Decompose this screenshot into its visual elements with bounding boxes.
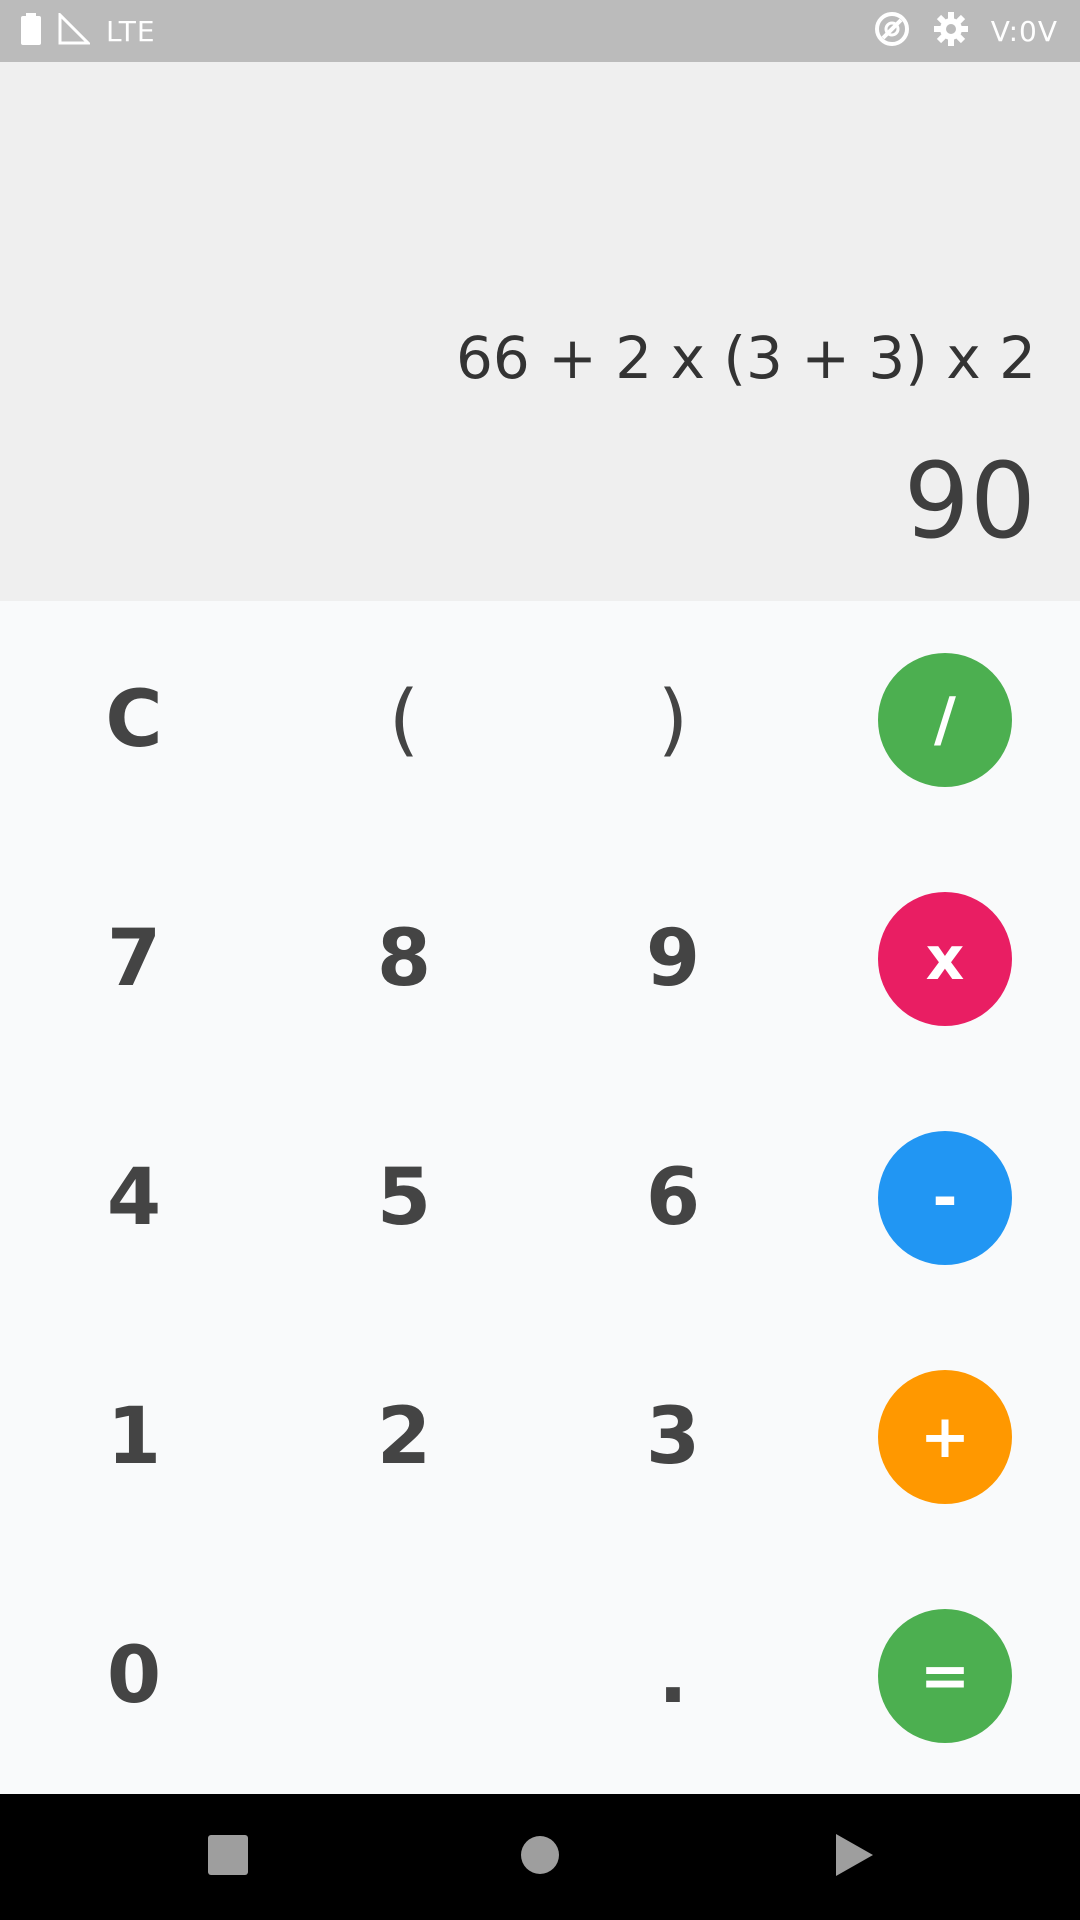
settings-icon: [933, 11, 969, 51]
add-button[interactable]: +: [878, 1370, 1012, 1504]
signal-icon: [58, 11, 92, 49]
battery-icon: [20, 13, 42, 49]
data-saver-icon: [873, 10, 911, 52]
digit-0-button[interactable]: 0: [14, 1576, 254, 1776]
digit-9-button[interactable]: 9: [553, 859, 793, 1059]
decimal-button[interactable]: .: [553, 1576, 793, 1776]
expression-text: 66 + 2 x (3 + 3) x 2: [456, 324, 1036, 392]
clear-button[interactable]: C: [14, 620, 254, 820]
digit-4-button[interactable]: 4: [14, 1098, 254, 1298]
digit-1-button[interactable]: 1: [14, 1337, 254, 1537]
recents-icon: [207, 1834, 249, 1880]
navigation-bar: [0, 1794, 1080, 1920]
close-paren-button[interactable]: ): [553, 620, 793, 820]
back-icon: [833, 1832, 875, 1882]
home-button[interactable]: [480, 1794, 600, 1920]
equals-button[interactable]: =: [878, 1609, 1012, 1743]
home-icon: [519, 1834, 561, 1880]
keypad: C ( ) / 7 8 9 x 4 5 6 - 1 2 3 + 0 . =: [0, 601, 1080, 1794]
digit-8-button[interactable]: 8: [284, 859, 524, 1059]
network-label: LTE: [106, 14, 156, 48]
recents-button[interactable]: [168, 1794, 288, 1920]
back-button[interactable]: [794, 1794, 914, 1920]
open-paren-button[interactable]: (: [284, 620, 524, 820]
multiply-button[interactable]: x: [878, 892, 1012, 1026]
digit-6-button[interactable]: 6: [553, 1098, 793, 1298]
calculator-display: 66 + 2 x (3 + 3) x 2 90: [0, 62, 1080, 601]
subtract-button[interactable]: -: [878, 1131, 1012, 1265]
digit-3-button[interactable]: 3: [553, 1337, 793, 1537]
result-text: 90: [903, 440, 1036, 562]
status-bar: LTE V:0V: [0, 0, 1080, 62]
divide-button[interactable]: /: [878, 653, 1012, 787]
digit-7-button[interactable]: 7: [14, 859, 254, 1059]
status-time: V:0V: [990, 14, 1058, 48]
digit-5-button[interactable]: 5: [284, 1098, 524, 1298]
digit-2-button[interactable]: 2: [284, 1337, 524, 1537]
